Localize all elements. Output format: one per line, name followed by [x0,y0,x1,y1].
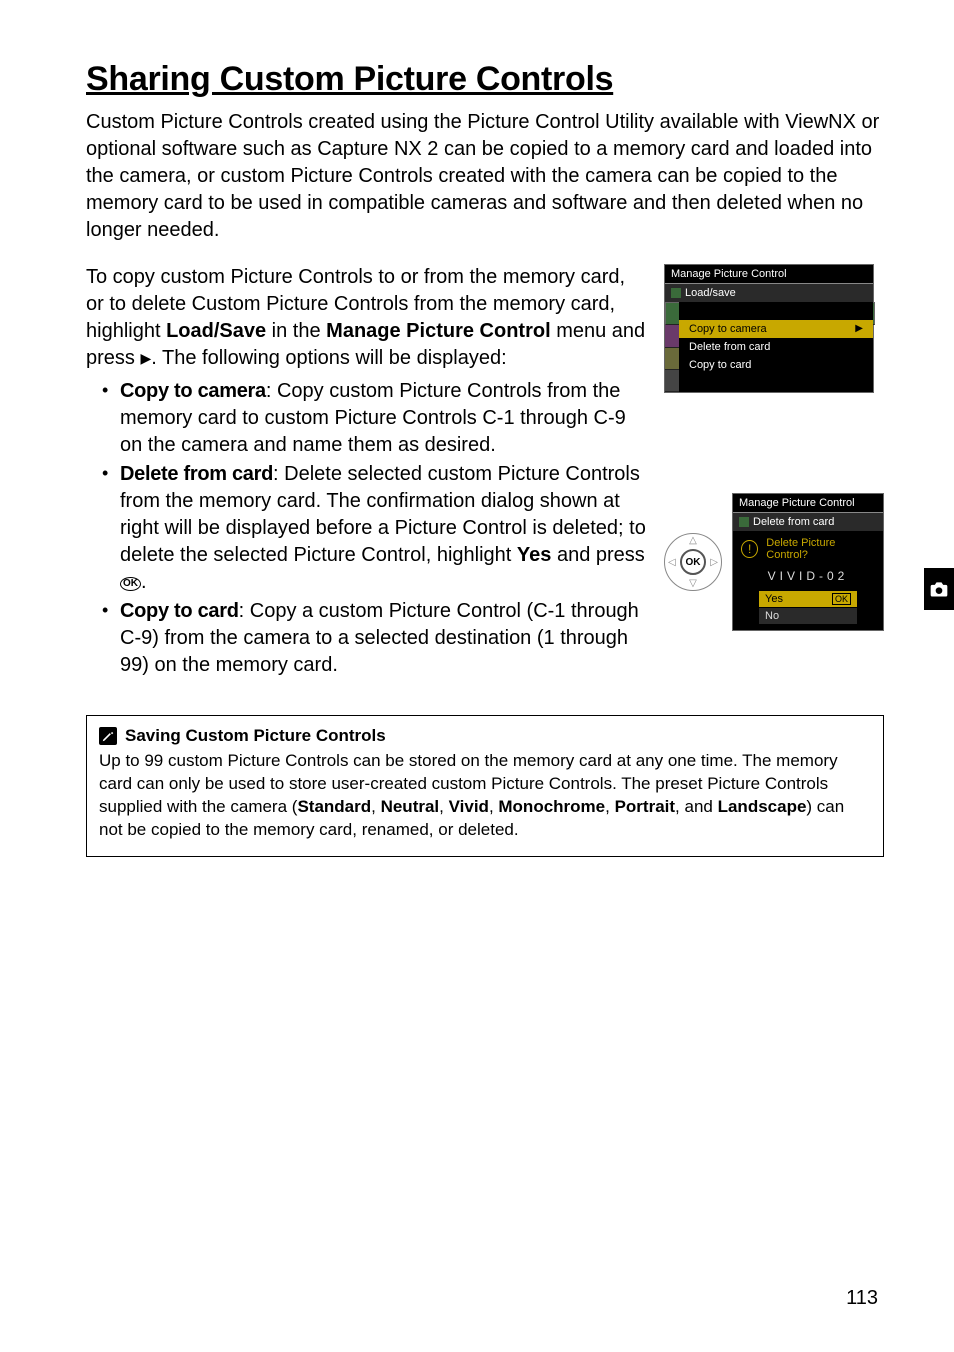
cam1-item-copy-to-card: Copy to card [679,356,873,374]
note-title: Saving Custom Picture Controls [125,726,386,746]
cam2-body: ! Delete Picture Control? VIVID-02 Yes OK… [733,531,883,630]
landscape-label: Landscape [718,797,807,816]
camera-menu-delete-confirm: Manage Picture Control Delete from card … [732,493,884,631]
section-tab-camera-icon [924,568,954,610]
cam2-subtitle: Delete from card [733,513,883,531]
cam1-spacer-bottom [679,374,873,390]
cam-tab-setup-icon [665,348,679,370]
cam2-sub-text: Delete from card [753,516,834,528]
note-c5: , and [675,797,718,816]
camera-menu-load-save: Manage Picture Control Load/save Copy to… [664,264,874,393]
note-body: Up to 99 custom Picture Controls can be … [99,750,871,842]
note-title-row: Saving Custom Picture Controls [99,726,871,746]
note-pencil-icon [99,727,117,745]
warning-icon: ! [741,540,758,558]
cam-tab-retouch-icon [665,325,679,347]
cam2-question: Delete Picture Control? [766,537,875,561]
cam2-row: △ ▽ ◁ ▷ OK Manage Picture Control Delete… [664,493,884,631]
right-triangle-icon: ▶ [855,323,863,335]
monochrome-label: Monochrome [498,797,605,816]
ok-badge-icon: OK [832,593,851,605]
cam1-subtitle: Load/save [665,284,873,302]
option-a-label: Copy to camera [120,380,266,402]
up-arrow-icon: △ [689,535,697,546]
load-save-label: Load/Save [166,320,266,342]
option-b-text-3: . [141,571,147,593]
yes-label: Yes [517,544,551,566]
content-left-column: To copy custom Picture Controls to or fr… [86,264,646,681]
cam2-title: Manage Picture Control [733,494,883,513]
right-arrow-icon: ▷ [710,557,718,568]
instruction-mid: in the [266,320,326,342]
cam1-tabs [665,302,679,392]
cam1-sub-text: Load/save [685,287,736,299]
cam1-spacer [679,304,873,320]
neutral-label: Neutral [381,797,440,816]
cam2-yes-option: Yes OK [759,591,857,607]
page-heading: Sharing Custom Picture Controls [86,60,884,99]
standard-label: Standard [297,797,371,816]
cam2-yes-text: Yes [765,593,783,605]
cam1-item-copy-to-camera: Copy to camera ▶ [679,320,873,338]
cam2-control-name: VIVID-02 [741,565,875,591]
cam2-no-option: No [759,608,857,624]
content-row: To copy custom Picture Controls to or fr… [86,264,884,681]
right-triangle-icon: ▶ [140,349,151,368]
note-c4: , [605,797,614,816]
ok-center-label: OK [680,549,706,575]
intro-paragraph: Custom Picture Controls created using th… [86,109,884,244]
instruction-tail: . The following options will be displaye… [151,347,506,369]
page-number: 113 [846,1287,878,1310]
manual-page: Sharing Custom Picture Controls Custom P… [0,0,954,1352]
camera-tab-icon [739,517,749,527]
down-arrow-icon: ▽ [689,578,697,589]
cam-tab-help-icon [665,370,679,392]
left-arrow-icon: ◁ [668,557,676,568]
cam2-question-row: ! Delete Picture Control? [741,537,875,561]
cam1-list: Copy to camera ▶ Delete from card Copy to… [679,302,873,392]
cam1-body: Copy to camera ▶ Delete from card Copy to… [665,302,873,392]
options-list: Copy to camera: Copy custom Picture Cont… [86,378,646,679]
vivid-label: Vivid [449,797,489,816]
option-b-text-2: and press [551,544,644,566]
ok-glyph-icon: OK [120,577,141,591]
ok-pad-diagram: △ ▽ ◁ ▷ OK [664,533,722,591]
cam1-item-delete-from-card: Delete from card [679,338,873,356]
option-b-label: Delete from card [120,463,273,485]
portrait-label: Portrait [615,797,675,816]
option-c-label: Copy to card [120,600,239,622]
cam1-item1-text: Delete from card [689,341,770,353]
multi-selector-icon: △ ▽ ◁ ▷ OK [664,533,722,591]
note-c2: , [439,797,448,816]
cam1-item2-text: Copy to card [689,359,751,371]
cam1-item0-text: Copy to camera [689,323,767,335]
camera-tab-icon [671,288,681,298]
note-box: Saving Custom Picture Controls Up to 99 … [86,715,884,857]
note-c1: , [371,797,380,816]
note-c3: , [489,797,498,816]
cam1-title: Manage Picture Control [665,265,873,284]
option-delete-from-card: Delete from card: Delete selected custom… [102,461,646,596]
manage-picture-control-label: Manage Picture Control [326,320,550,342]
instruction-paragraph: To copy custom Picture Controls to or fr… [86,264,646,372]
content-right-column: Manage Picture Control Load/save Copy to… [664,264,884,681]
option-copy-to-camera: Copy to camera: Copy custom Picture Cont… [102,378,646,459]
option-copy-to-card: Copy to card: Copy a custom Picture Cont… [102,598,646,679]
